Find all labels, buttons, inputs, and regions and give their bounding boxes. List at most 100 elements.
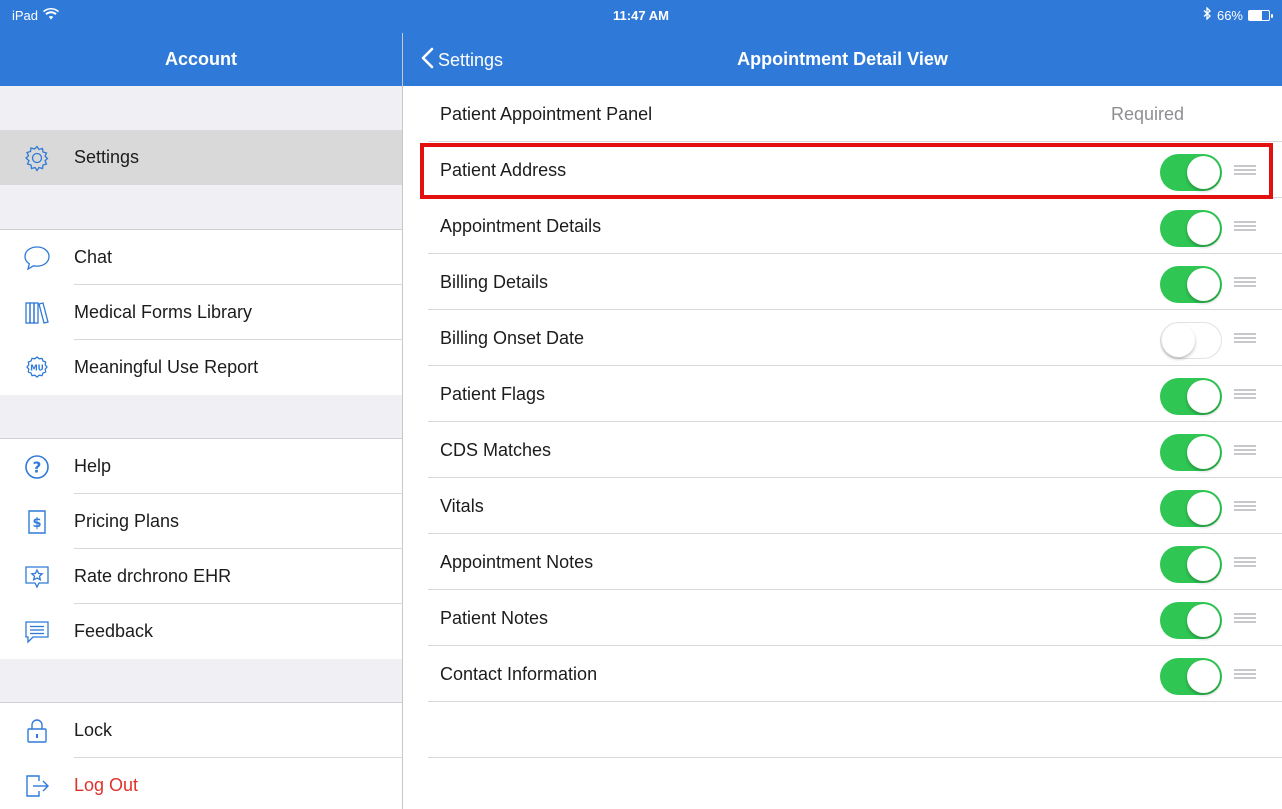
row-label: Contact Information [440,664,598,684]
sidebar-item-feedback[interactable]: Feedback [0,604,402,659]
sidebar-title: Account [165,49,237,69]
status-time: 11:47 AM [613,8,669,23]
toggle-knob [1187,660,1220,693]
reorder-handle-icon[interactable] [1234,221,1256,231]
row-label: CDS Matches [440,440,552,460]
reorder-handle-icon[interactable] [1234,389,1256,399]
toggle-switch[interactable] [1160,210,1222,247]
sidebar-item-label: Medical Forms Library [74,302,253,322]
toggle-knob [1187,436,1220,469]
sidebar-item-label: Help [74,456,112,476]
list-item-billing-details: Billing Details [403,254,1282,310]
logout-arrow-icon [22,771,52,801]
reorder-handle-icon[interactable] [1234,333,1256,343]
reorder-handle-icon[interactable] [1234,613,1256,623]
sidebar-item-label: Rate drchrono EHR [74,566,232,586]
reorder-handle-icon[interactable] [1234,557,1256,567]
toggle-knob [1187,492,1220,525]
toggle-switch[interactable] [1160,266,1222,303]
toggle-switch[interactable] [1160,378,1222,415]
row-label: Appointment Details [440,216,602,236]
reorder-handle-icon[interactable] [1234,165,1256,175]
row-label: Billing Details [440,272,549,292]
reorder-handle-icon[interactable] [1234,277,1256,287]
padlock-icon [22,716,52,746]
list-item-patient-flags: Patient Flags [403,366,1282,422]
sidebar-item-label: Pricing Plans [74,511,180,531]
sidebar-item-label: Meaningful Use Report [74,357,259,377]
sidebar-item-label: Settings [74,147,140,167]
page-title: Appointment Detail View [737,49,948,69]
toggle-switch[interactable] [1160,154,1222,191]
toggle-switch[interactable] [1160,658,1222,695]
reorder-handle-icon[interactable] [1234,445,1256,455]
chat-bubble-icon [22,243,52,273]
list-item-patient-notes: Patient Notes [403,590,1282,646]
toggle-knob [1187,156,1220,189]
list-item-billing-onset-date: Billing Onset Date [403,310,1282,366]
status-bar: iPad 11:47 AM 66% [0,0,1282,33]
row-label: Patient Flags [440,384,546,404]
row-label: Patient Address [440,160,567,180]
battery-percent: 66% [1216,7,1243,23]
row-label: Billing Onset Date [440,328,585,348]
feedback-message-icon [22,617,52,647]
star-box-icon [22,562,52,592]
list-item-patient-appointment-panel: Patient Appointment Panel Required [403,86,1282,142]
svg-text:MU: MU [30,364,44,373]
bluetooth-icon [1203,6,1212,23]
main-nav-bar: Settings Appointment Detail View [403,33,1282,86]
list-item-appointment-details: Appointment Details [403,198,1282,254]
battery-icon [1248,9,1273,21]
library-books-icon [22,298,52,328]
toggle-switch[interactable] [1160,546,1222,583]
reorder-handle-icon[interactable] [1234,501,1256,511]
toggle-knob [1162,324,1195,357]
sidebar-item-rate-drchrono[interactable]: Rate drchrono EHR [0,549,402,604]
row-label: Vitals [440,496,484,516]
gear-icon [22,143,52,173]
divider [428,757,1282,758]
sidebar-item-log-out[interactable]: Log Out [0,758,402,809]
toggle-switch[interactable] [1160,602,1222,639]
toggle-switch[interactable] [1160,434,1222,471]
toggle-switch[interactable] [1160,322,1222,359]
toggle-knob [1187,380,1220,413]
svg-text:?: ? [33,459,42,477]
sidebar-item-chat[interactable]: Chat [0,230,402,285]
svg-text:$: $ [32,516,41,531]
status-right: 66% [1203,6,1273,23]
toggle-knob [1187,604,1220,637]
sidebar: Account Settings Chat Medical Forms Libr… [0,0,403,809]
list-item-vitals: Vitals [403,478,1282,534]
list-item-contact-information: Contact Information [403,646,1282,702]
list-item-patient-address: Patient Address [403,142,1282,198]
battery-level [1249,10,1263,20]
sidebar-item-label: Chat [74,247,113,267]
toggle-knob [1187,268,1220,301]
question-circle-icon: ? [22,452,52,482]
toggle-knob [1187,212,1220,245]
sidebar-item-help[interactable]: ? Help [0,439,402,494]
dollar-tag-icon: $ [22,507,52,537]
sidebar-item-label: Feedback [74,621,154,641]
sidebar-item-pricing-plans[interactable]: $ Pricing Plans [0,494,402,549]
row-label: Patient Notes [440,608,549,628]
required-label: Required [1110,104,1184,124]
sidebar-item-label: Lock [74,720,113,740]
sidebar-item-settings[interactable]: Settings [0,130,402,185]
list-item-appointment-notes: Appointment Notes [403,534,1282,590]
toggle-switch[interactable] [1160,490,1222,527]
empty-row [403,702,1282,758]
list-item-cds-matches: CDS Matches [403,422,1282,478]
sidebar-item-label: Log Out [74,775,139,795]
sidebar-item-lock[interactable]: Lock [0,703,402,758]
sidebar-item-medical-forms-library[interactable]: Medical Forms Library [0,285,402,340]
toggle-knob [1187,548,1220,581]
sidebar-item-meaningful-use-report[interactable]: MU Meaningful Use Report [0,340,402,395]
row-label: Appointment Notes [440,552,594,572]
sidebar-nav-bar: Account [0,33,402,86]
mu-badge-icon: MU [22,353,52,383]
reorder-handle-icon[interactable] [1234,669,1256,679]
row-label: Patient Appointment Panel [440,104,653,124]
